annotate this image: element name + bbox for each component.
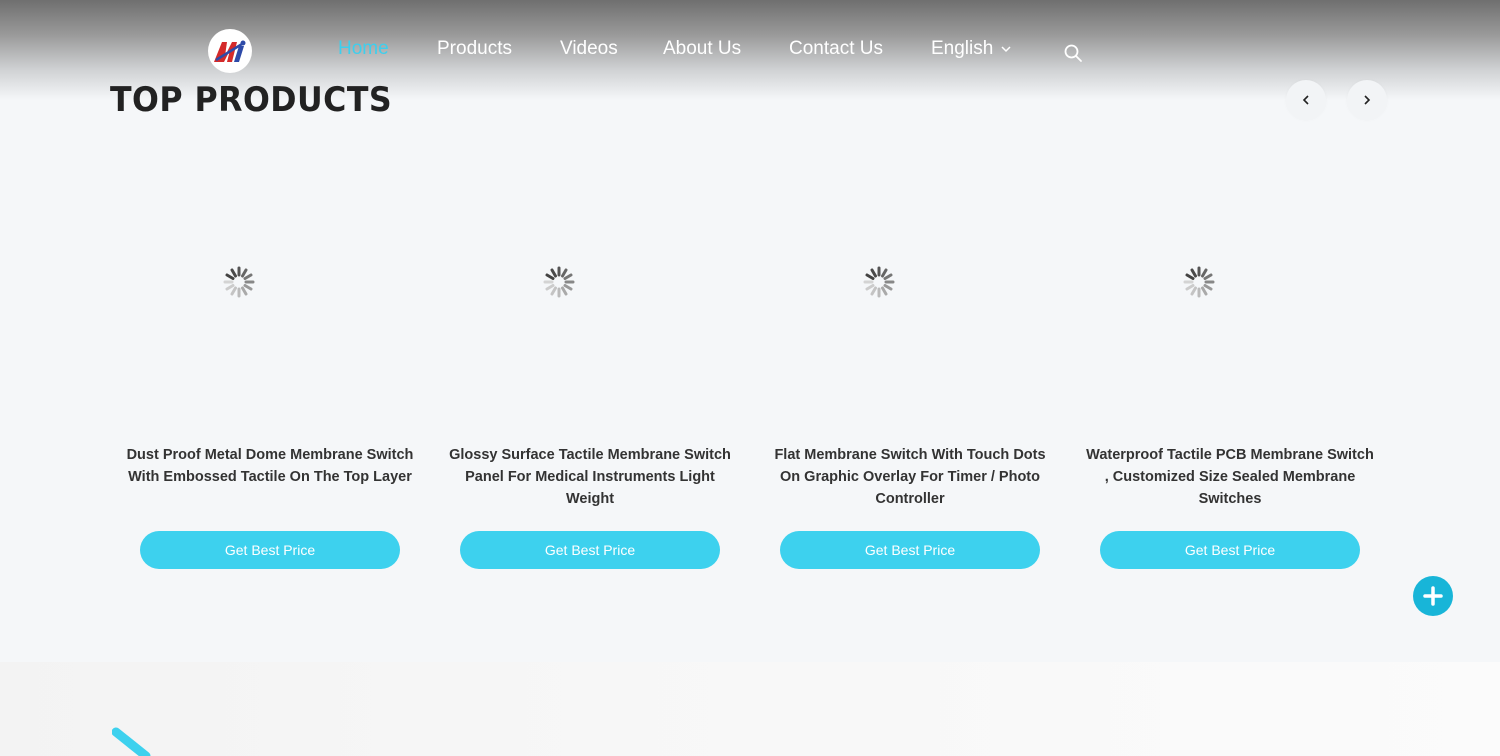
carousel-next-button[interactable]	[1347, 80, 1387, 120]
product-title[interactable]: Glossy Surface Tactile Membrane Switch P…	[445, 444, 735, 510]
product-title[interactable]: Flat Membrane Switch With Touch Dots On …	[765, 444, 1055, 510]
search-icon[interactable]	[1063, 43, 1083, 63]
get-best-price-button[interactable]: Get Best Price	[140, 531, 400, 569]
chevron-left-icon	[1302, 95, 1309, 105]
site-logo[interactable]	[208, 29, 252, 73]
product-card: Waterproof Tactile PCB Membrane Switch ,…	[1085, 150, 1375, 580]
product-title[interactable]: Dust Proof Metal Dome Membrane Switch Wi…	[125, 444, 415, 488]
plus-icon	[1423, 586, 1443, 606]
nav-products[interactable]: Products	[437, 38, 512, 60]
nav-about-us[interactable]: About Us	[663, 38, 741, 60]
nav-home[interactable]: Home	[338, 38, 389, 60]
loading-spinner-icon	[863, 266, 895, 298]
logo-mark-icon	[214, 40, 246, 62]
carousel-prev-button[interactable]	[1286, 80, 1326, 120]
get-best-price-button[interactable]: Get Best Price	[1100, 531, 1360, 569]
product-image[interactable]	[125, 150, 415, 430]
chevron-down-icon	[1001, 46, 1011, 53]
product-card: Dust Proof Metal Dome Membrane Switch Wi…	[125, 150, 415, 580]
loading-spinner-icon	[223, 266, 255, 298]
loading-spinner-icon	[543, 266, 575, 298]
language-selector[interactable]: English	[931, 38, 1011, 60]
language-label: English	[931, 38, 994, 59]
get-best-price-button[interactable]: Get Best Price	[780, 531, 1040, 569]
product-card: Glossy Surface Tactile Membrane Switch P…	[445, 150, 735, 580]
nav-contact-us[interactable]: Contact Us	[789, 38, 883, 60]
product-title[interactable]: Waterproof Tactile PCB Membrane Switch ,…	[1085, 444, 1375, 510]
decorative-slash-icon	[112, 727, 151, 756]
section-title: TOP PRODUCTS	[110, 80, 393, 120]
chevron-right-icon	[1364, 95, 1371, 105]
loading-spinner-icon	[1183, 266, 1215, 298]
expand-button[interactable]	[1413, 576, 1453, 616]
product-image[interactable]	[765, 150, 1055, 430]
get-best-price-button[interactable]: Get Best Price	[460, 531, 720, 569]
product-image[interactable]	[1085, 150, 1375, 430]
nav-videos[interactable]: Videos	[560, 38, 618, 60]
product-image[interactable]	[445, 150, 735, 430]
next-section-background	[0, 662, 1500, 756]
product-card: Flat Membrane Switch With Touch Dots On …	[765, 150, 1055, 580]
